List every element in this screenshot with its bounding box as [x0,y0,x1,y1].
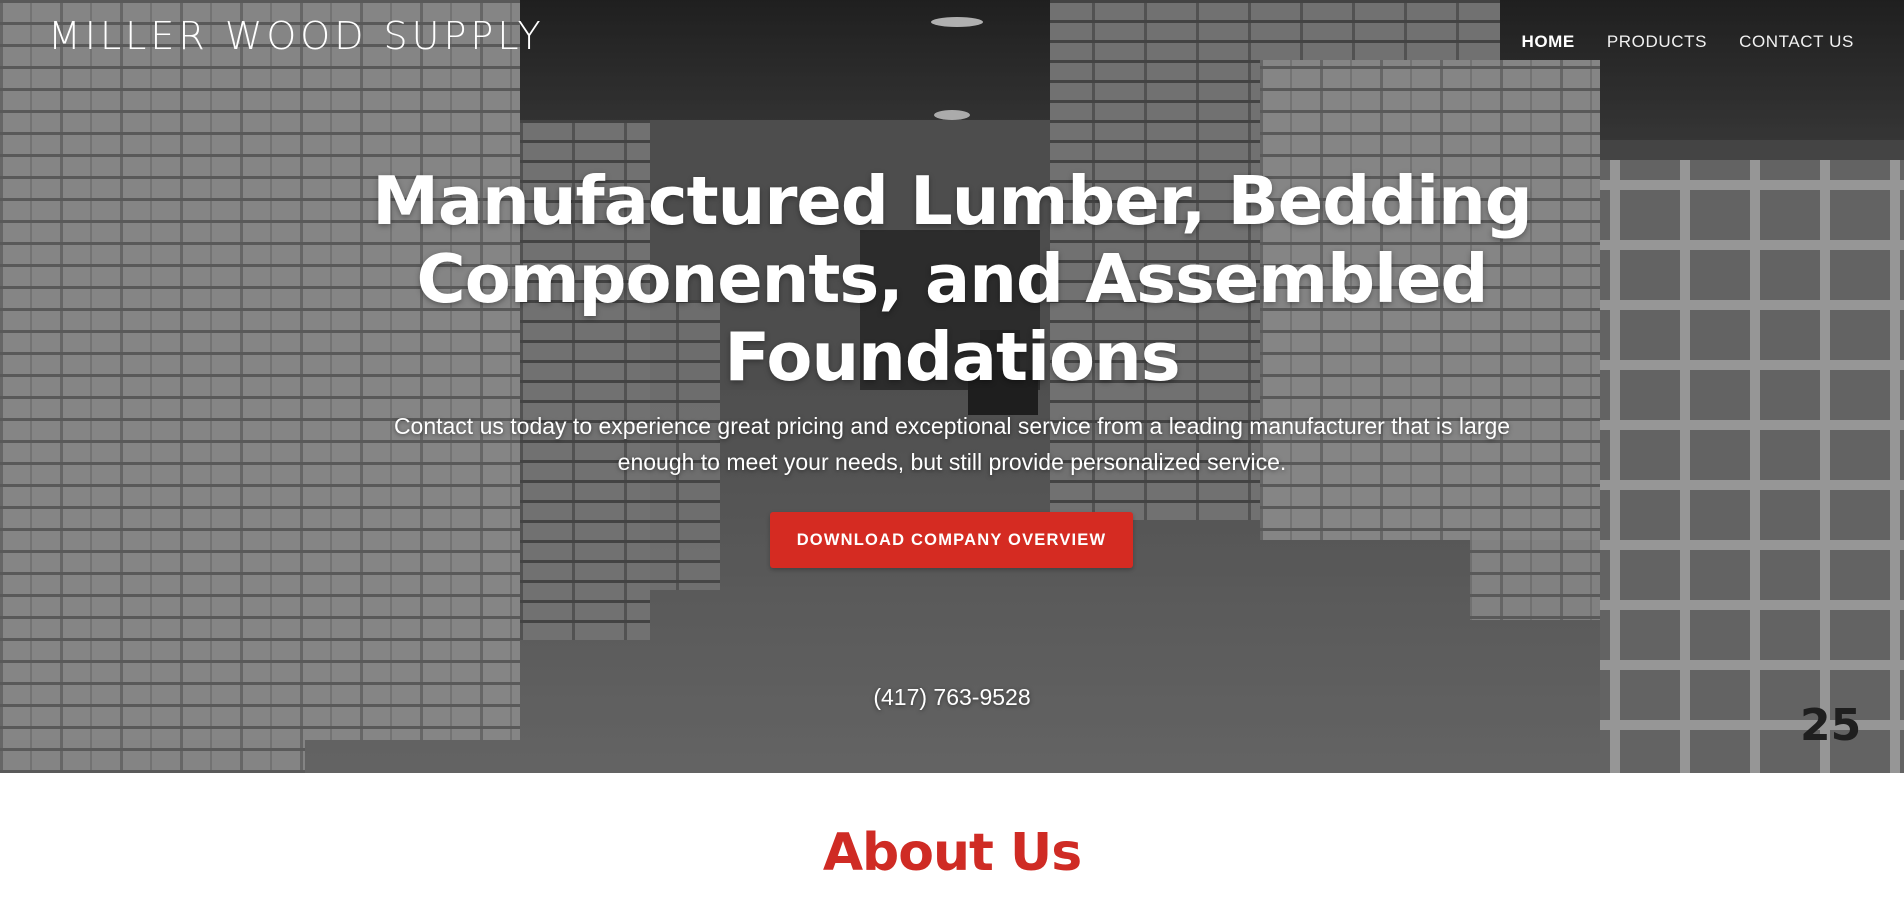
site-logo[interactable]: MILLER WOOD SUPPLY [48,14,545,58]
download-company-overview-button[interactable]: DOWNLOAD COMPANY OVERVIEW [770,512,1133,568]
about-us-heading: About Us [822,823,1082,883]
main-nav: HOME PRODUCTS CONTACT US [1521,32,1854,52]
hero-subtitle-line: Contact us today to experience great pri… [393,413,1511,439]
nav-home-link[interactable]: HOME [1521,32,1574,52]
nav-products-link[interactable]: PRODUCTS [1607,32,1707,52]
hero-subtitle-line: enough to meet your needs, but still pro… [617,449,1287,475]
hero-subtitle: Contact us today to experience great pri… [352,408,1552,480]
hero-title-line: Foundations [724,318,1180,396]
hero-title-line: Components, and Assembled [416,240,1489,318]
page: 25 MILLER WOOD SUPPLY HOME PRODUCTS CONT… [0,0,1904,910]
hero-title: Manufactured Lumber, Bedding Components,… [352,162,1552,396]
hero-section: 25 MILLER WOOD SUPPLY HOME PRODUCTS CONT… [0,0,1904,773]
phone-number-link[interactable]: (417) 763-9528 [752,684,1152,711]
hero-title-line: Manufactured Lumber, Bedding [372,162,1532,240]
nav-contact-us-link[interactable]: CONTACT US [1739,32,1854,52]
